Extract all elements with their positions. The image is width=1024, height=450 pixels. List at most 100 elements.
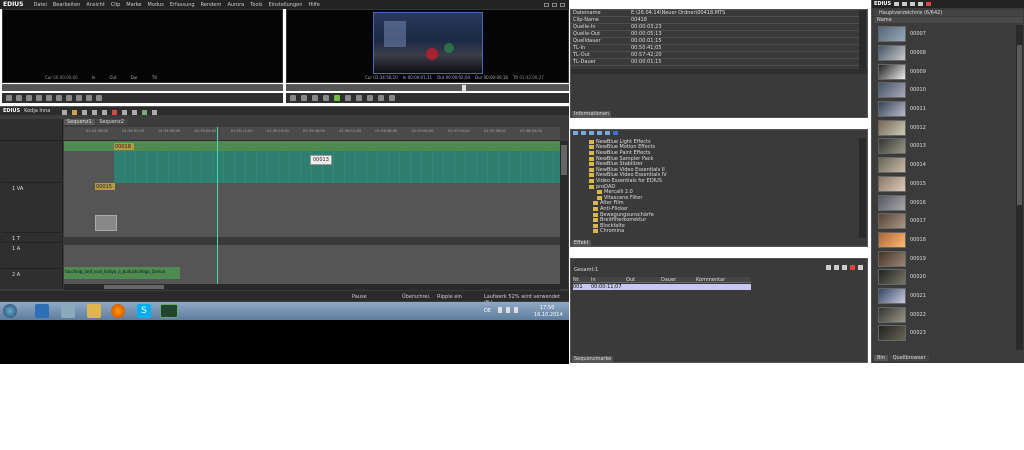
bin-item[interactable]: 00018: [878, 231, 1013, 250]
bin-item[interactable]: 00013: [878, 137, 1013, 156]
razor-icon[interactable]: [112, 110, 117, 115]
ffwd-icon[interactable]: [66, 95, 72, 101]
insert-icon[interactable]: [86, 95, 92, 101]
marker-prev-icon[interactable]: [834, 265, 839, 270]
bin-view-icon[interactable]: [918, 2, 924, 6]
new-icon[interactable]: [62, 110, 67, 115]
clip-thumbnail[interactable]: [95, 215, 117, 231]
rec-prev-edit-icon[interactable]: [323, 95, 329, 101]
marker-import-icon[interactable]: [858, 265, 863, 270]
rec-set-out-icon[interactable]: [301, 95, 307, 101]
track-header-1va[interactable]: 1 VA: [2, 185, 61, 233]
audio-clip[interactable]: touching_and_suni_kodya_a_budushchego_1k…: [64, 267, 180, 279]
step-fwd-icon[interactable]: [56, 95, 62, 101]
bin-column-name[interactable]: Name: [874, 17, 892, 23]
clip-marker[interactable]: 00018: [114, 143, 134, 150]
set-in-icon[interactable]: [6, 95, 12, 101]
tab-sequenzmarke[interactable]: Sequenzmarke: [572, 356, 614, 362]
bin-up-icon[interactable]: [910, 2, 916, 6]
recorder-monitor[interactable]: Cur 01:34:56;10 In 00:00:01;11 Out 00:00…: [286, 9, 569, 83]
bin-search-icon[interactable]: [902, 2, 908, 6]
menu-aurora[interactable]: Aurora: [227, 2, 244, 8]
overwrite-icon[interactable]: [96, 95, 102, 101]
folder-icon[interactable]: [87, 304, 101, 318]
tab-quellbrowser[interactable]: Quellbrowser: [889, 355, 929, 361]
bin-item[interactable]: 00011: [878, 100, 1013, 119]
bin-item[interactable]: 00007: [878, 25, 1013, 44]
lang-indicator[interactable]: DE: [484, 308, 491, 314]
tab-bin[interactable]: Bin: [874, 355, 888, 361]
tab-effekt[interactable]: Effekt: [572, 240, 591, 246]
effect-item[interactable]: Chromina: [589, 228, 857, 234]
rec-ffwd-icon[interactable]: [356, 95, 362, 101]
bin-item[interactable]: 00008: [878, 44, 1013, 63]
set-out-icon[interactable]: [16, 95, 22, 101]
menu-modus[interactable]: Modus: [148, 2, 164, 8]
effects-nav-icon[interactable]: [597, 131, 602, 135]
snap-icon[interactable]: [132, 110, 137, 115]
menu-ansicht[interactable]: Ansicht: [86, 2, 104, 8]
playhead[interactable]: [217, 127, 218, 289]
menu-tools[interactable]: Tools: [250, 2, 262, 8]
clock-date[interactable]: 16.10.2014: [534, 312, 563, 318]
rec-cut-icon[interactable]: [378, 95, 384, 101]
rec-play-icon[interactable]: [334, 95, 340, 101]
menu-einstellungen[interactable]: Einstellungen: [269, 2, 303, 8]
status-ripple[interactable]: Ripple ein: [437, 294, 462, 300]
bin-delete-icon[interactable]: [926, 2, 932, 6]
timeline-hscroll[interactable]: [64, 284, 560, 290]
tools-icon[interactable]: [61, 304, 75, 318]
recorder-scrubber[interactable]: [286, 84, 569, 91]
bin-scrollbar[interactable]: [1016, 25, 1023, 350]
bin-folder-icon[interactable]: [894, 2, 900, 6]
minimize-icon[interactable]: [544, 2, 549, 7]
skype-icon[interactable]: S: [137, 304, 151, 318]
rec-next-edit-icon[interactable]: [345, 95, 351, 101]
marker-delete-icon[interactable]: [850, 265, 855, 270]
marker-next-icon[interactable]: [842, 265, 847, 270]
status-overwrite[interactable]: Überschrei.: [402, 294, 431, 300]
tracks-area[interactable]: 00018 00013 00015 touching_and_suni_kody…: [64, 127, 560, 289]
close-icon[interactable]: [560, 2, 565, 7]
rec-set-in-icon[interactable]: [290, 95, 296, 101]
bin-item[interactable]: 00019: [878, 249, 1013, 268]
cut-icon[interactable]: [102, 110, 107, 115]
menu-hilfe[interactable]: Hilfe: [308, 2, 319, 8]
maximize-icon[interactable]: [552, 2, 557, 7]
tab-informationen[interactable]: Informationen: [572, 111, 612, 117]
menu-marke[interactable]: Marke: [126, 2, 141, 8]
firefox-icon[interactable]: [111, 304, 125, 318]
start-button[interactable]: [3, 304, 17, 318]
explorer-icon[interactable]: [35, 304, 49, 318]
open-icon[interactable]: [72, 110, 77, 115]
menu-erfassung[interactable]: Erfassung: [170, 2, 195, 8]
bin-item[interactable]: 00022: [878, 305, 1013, 324]
rec-rewind-icon[interactable]: [312, 95, 318, 101]
undo-icon[interactable]: [92, 110, 97, 115]
render-icon[interactable]: [152, 110, 157, 115]
tab-sequenz2[interactable]: Sequenz2: [96, 119, 127, 125]
bin-item[interactable]: 00009: [878, 62, 1013, 81]
track-header-2a[interactable]: 2 A: [2, 271, 61, 289]
tray-icons[interactable]: [498, 307, 522, 313]
effects-nav-icon[interactable]: [573, 131, 578, 135]
clock-time[interactable]: 17:50: [540, 305, 554, 311]
effects-nav-icon[interactable]: [581, 131, 586, 135]
bin-item[interactable]: 00015: [878, 175, 1013, 194]
bin-item[interactable]: 00020: [878, 268, 1013, 287]
play-icon[interactable]: [46, 95, 52, 101]
video-clip-main[interactable]: [114, 151, 560, 183]
effects-nav-icon[interactable]: [589, 131, 594, 135]
menu-datei[interactable]: Datei: [34, 2, 47, 8]
marker-row[interactable]: 001 00:00:11;07: [573, 284, 751, 290]
player-scrubber[interactable]: [2, 84, 283, 91]
track-header-1t[interactable]: 1 T: [2, 235, 61, 243]
effects-view-icon[interactable]: [613, 131, 618, 135]
bin-item[interactable]: 00016: [878, 193, 1013, 212]
menu-bearbeiten[interactable]: Bearbeiten: [53, 2, 80, 8]
bin-item[interactable]: 00017: [878, 212, 1013, 231]
clip-1va[interactable]: 00015: [95, 183, 115, 190]
tab-sequenz1[interactable]: Sequenz1: [64, 119, 95, 125]
step-back-icon[interactable]: [36, 95, 42, 101]
bin-item[interactable]: 00014: [878, 156, 1013, 175]
